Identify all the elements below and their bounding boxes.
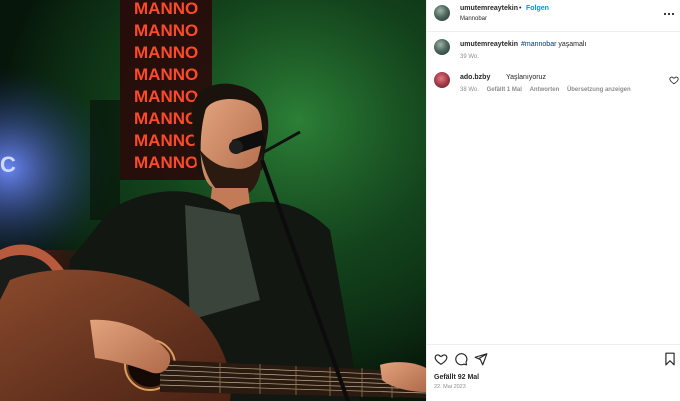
post-header: umutemreaytekin • Folgen Mannobar [427,0,680,32]
translate-button[interactable]: Übersetzung anzeigen [567,87,631,93]
caption-body: yaşamalı [556,41,587,48]
neon-sign-line: MANNO [134,153,198,172]
likes-count[interactable]: Gefällt 92 Mal [434,374,479,381]
neon-sign-line: MANNO [134,65,198,84]
concert-image: MANNO MANNO MANNO MANNO MANNO MANNO MANN… [0,0,426,401]
caption-text: #mannobar yaşamalı [521,41,586,48]
reply-button[interactable]: Antworten [530,87,560,93]
like-heart-icon[interactable] [434,352,448,366]
neon-sign-line: MANNO [134,0,198,18]
post-actions: Gefällt 92 Mal 22. Mai 2023 [427,344,680,401]
neon-sign-line: MANNO [134,21,198,40]
blue-neon-letter: C [0,152,16,177]
comment-likes[interactable]: Gefällt 1 Mal [487,87,522,93]
neon-sign-line: MANNO [134,109,198,128]
comment-meta: 38 Wo. Gefällt 1 Mal Antworten Übersetzu… [460,87,637,93]
follow-button[interactable]: Folgen [526,5,549,12]
comment-avatar[interactable] [434,72,450,88]
comment-username[interactable]: ado.bzby [460,74,490,81]
post-date[interactable]: 22. Mai 2023 [434,384,466,390]
post-photo[interactable]: MANNO MANNO MANNO MANNO MANNO MANNO MANN… [0,0,426,401]
post-details-panel: umutemreaytekin • Folgen Mannobar umutem… [426,0,680,401]
comment-heart-icon[interactable] [669,75,679,85]
caption-username[interactable]: umutemreaytekin [460,41,518,48]
location-link[interactable]: Mannobar [460,16,487,22]
save-bookmark-icon[interactable] [663,352,677,366]
avatar[interactable] [434,5,450,21]
comment-icon[interactable] [454,352,468,366]
caption-avatar[interactable] [434,39,450,55]
more-options-icon[interactable] [663,10,675,18]
author-username[interactable]: umutemreaytekin [460,5,518,12]
neon-sign-line: MANNO [134,87,198,106]
comment-text: Yaşlanıyoruz [506,74,546,81]
caption-time[interactable]: 39 Wo. [460,54,479,60]
separator-dot: • [519,5,522,12]
neon-sign-line: MANNO [134,43,198,62]
caption-hashtag[interactable]: #mannobar [521,41,556,48]
comment-time[interactable]: 38 Wo. [460,87,479,93]
share-icon[interactable] [474,352,488,366]
neon-sign-line: MANNO [134,131,198,150]
